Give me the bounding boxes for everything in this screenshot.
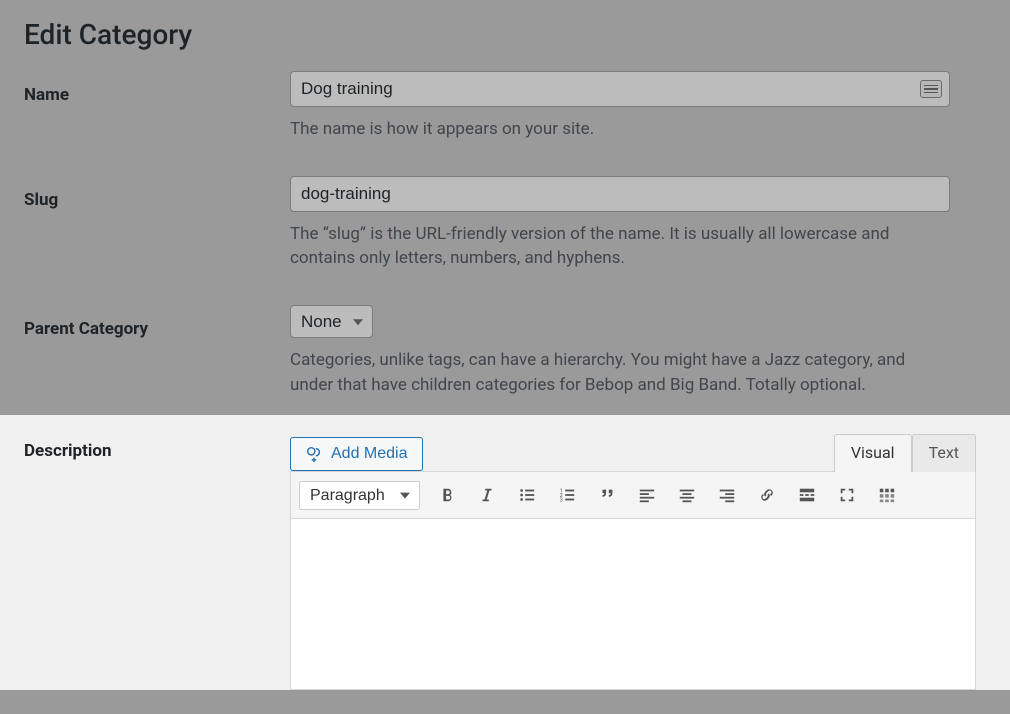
add-media-button[interactable]: Add Media (290, 437, 423, 471)
slug-help-text: The “slug” is the URL-friendly version o… (290, 222, 950, 271)
link-button[interactable] (750, 478, 784, 512)
blockquote-button[interactable] (590, 478, 624, 512)
description-label: Description (24, 433, 290, 461)
align-left-button[interactable] (630, 478, 664, 512)
parent-category-select[interactable]: None (290, 305, 373, 338)
editor-toolbar: Paragraph 123 (291, 472, 975, 519)
insert-more-button[interactable] (790, 478, 824, 512)
parent-category-help-text: Categories, unlike tags, can have a hier… (290, 348, 950, 397)
media-icon (305, 445, 323, 463)
add-media-label: Add Media (331, 445, 408, 463)
autofill-icon (920, 80, 942, 98)
editor-content-area[interactable] (291, 519, 975, 689)
tab-visual[interactable]: Visual (834, 434, 912, 472)
slug-input[interactable] (290, 176, 950, 212)
page-title: Edit Category (0, 0, 1010, 63)
name-input[interactable] (290, 71, 950, 107)
bullet-list-button[interactable] (510, 478, 544, 512)
numbered-list-button[interactable]: 123 (550, 478, 584, 512)
toolbar-toggle-button[interactable] (870, 478, 904, 512)
bold-button[interactable] (430, 478, 464, 512)
svg-text:3: 3 (560, 498, 563, 504)
parent-category-label: Parent Category (24, 305, 290, 339)
italic-button[interactable] (470, 478, 504, 512)
align-right-button[interactable] (710, 478, 744, 512)
name-label: Name (24, 71, 290, 105)
tab-text[interactable]: Text (912, 434, 976, 472)
align-center-button[interactable] (670, 478, 704, 512)
name-help-text: The name is how it appears on your site. (290, 117, 950, 142)
slug-label: Slug (24, 176, 290, 210)
fullscreen-button[interactable] (830, 478, 864, 512)
format-select[interactable]: Paragraph (299, 481, 420, 510)
